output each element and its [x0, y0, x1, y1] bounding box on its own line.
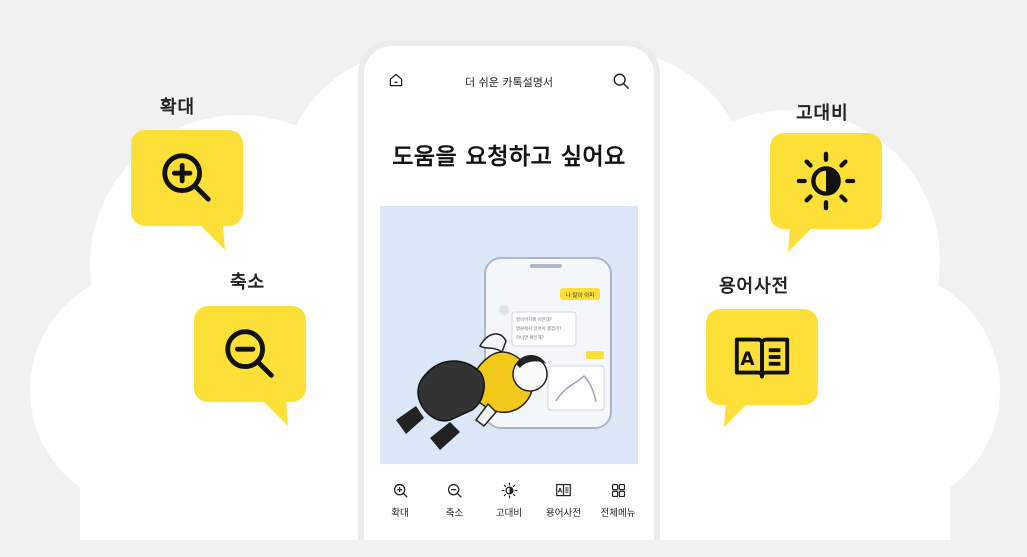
- callout-zoom-in-bubble: [131, 130, 243, 226]
- dictionary-book-icon: A: [734, 337, 790, 379]
- callout-dictionary-label: 용어사전: [719, 276, 790, 297]
- chat-bubble-left-line-3: 아니면 확인해?: [516, 334, 545, 341]
- nav-zoom-in-label: 확대: [391, 508, 409, 519]
- callout-zoom-in-tail: [199, 224, 225, 250]
- callout-contrast-tail: [788, 226, 814, 252]
- zoom-out-icon: [447, 483, 462, 498]
- phone-header: 더 쉬운 카톡설명서: [364, 66, 654, 94]
- callout-zoom-out-label: 축소: [230, 272, 266, 293]
- nav-contrast[interactable]: 고대비: [483, 482, 535, 519]
- bottom-nav: 확대 축소 고대비 A 용어사전 전체메뉴: [374, 482, 644, 519]
- callout-contrast-label: 고대비: [796, 103, 849, 124]
- callout-dictionary-bubble: A: [706, 309, 818, 405]
- callout-zoom-out-bubble: [194, 306, 306, 402]
- search-icon[interactable]: [612, 72, 630, 90]
- nav-all-menu-label: 전체메뉴: [600, 508, 636, 519]
- svg-text:A: A: [558, 488, 563, 495]
- dictionary-icon: A: [556, 483, 571, 497]
- phone-frame: 더 쉬운 카톡설명서 도움을 요청하고 싶어요 나 말이 아파 할아버지께 어떤…: [358, 40, 660, 540]
- callout-contrast-bubble: [770, 133, 882, 229]
- svg-text:A: A: [740, 349, 755, 370]
- zoom-in-icon: [393, 483, 408, 498]
- nav-dictionary-label: 용어사전: [546, 508, 581, 519]
- chat-bubble-left-line-2: 병원에서 앉아서 했겠어?: [516, 325, 562, 332]
- illustration: 나 말이 아파 할아버지께 어떤데? 병원에서 앉아서 했겠어? 아니면 확인해…: [380, 206, 638, 464]
- chat-bubble-right: 나 말이 아파: [566, 291, 595, 299]
- zoom-out-icon: [225, 329, 274, 378]
- illustration-art: 나 말이 아파 할아버지께 어떤데? 병원에서 앉아서 했겠어? 아니면 확인해…: [396, 257, 612, 450]
- callout-zoom-in-label: 확대: [160, 97, 196, 118]
- chat-bubble-left-line-1: 할아버지께 어떤데?: [516, 316, 553, 323]
- contrast-sun-icon: [796, 151, 856, 211]
- main-heading: 도움을 요청하고 싶어요: [392, 144, 626, 170]
- page-title: 더 쉬운 카톡설명서: [465, 76, 553, 89]
- nav-contrast-label: 고대비: [495, 508, 523, 519]
- nav-zoom-out[interactable]: 축소: [429, 482, 481, 519]
- stage: 확대 축소 고대비 용어사전 A 더 쉬운 카톡설명서 도움을 요청하고 싶어요…: [0, 0, 1027, 557]
- nav-dictionary[interactable]: A 용어사전: [538, 482, 590, 519]
- nav-zoom-in[interactable]: 확대: [374, 482, 426, 519]
- nav-zoom-out-label: 축소: [445, 508, 464, 519]
- grid-menu-icon: [611, 483, 625, 498]
- callout-zoom-out-tail: [262, 400, 288, 426]
- contrast-icon: [501, 482, 517, 499]
- zoom-in-icon: [162, 153, 211, 202]
- callout-dictionary-tail: [724, 401, 750, 427]
- nav-all-menu[interactable]: 전체메뉴: [592, 482, 644, 519]
